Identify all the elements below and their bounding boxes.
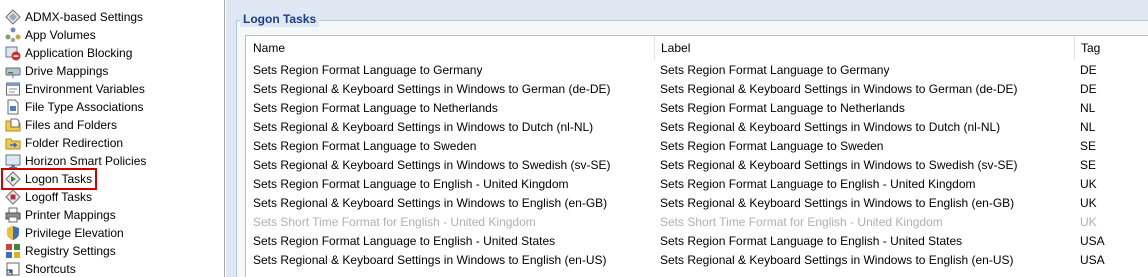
nav-item-files-and-folders[interactable]: Files and Folders — [3, 116, 120, 134]
cell-label: Sets Region Format Language to Germany — [660, 63, 890, 77]
cell-label: Sets Regional & Keyboard Settings in Win… — [660, 120, 1001, 134]
table-row[interactable]: Sets Regional & Keyboard Settings in Win… — [246, 251, 1148, 270]
cell-tag: NL — [1080, 120, 1096, 134]
nav-item-label: Application Blocking — [25, 46, 133, 60]
nav-item-environment-variables[interactable]: Environment Variables — [3, 80, 148, 98]
cell-label: Sets Regional & Keyboard Settings in Win… — [660, 253, 1014, 267]
nav-item-label: Logon Tasks — [25, 172, 93, 186]
logon-tasks-panel: Logon Tasks Name Label Tag Sets Region F… — [226, 0, 1148, 277]
privilege-elevation-icon — [5, 225, 21, 241]
nav-item-shortcuts[interactable]: Shortcuts — [3, 260, 79, 277]
cell-tag: UK — [1080, 196, 1097, 210]
cell-label: Sets Region Format Language to Netherlan… — [660, 101, 905, 115]
shortcuts-icon — [5, 261, 21, 277]
table-row[interactable]: Sets Region Format Language to Netherlan… — [246, 99, 1148, 118]
table-row[interactable]: Sets Regional & Keyboard Settings in Win… — [246, 156, 1148, 175]
nav-item-label: ADMX-based Settings — [25, 10, 144, 24]
nav-item-label: Shortcuts — [25, 262, 76, 276]
horizon-smart-policies-icon — [5, 153, 21, 169]
nav-item-drive-mappings[interactable]: Drive Mappings — [3, 62, 111, 80]
cell-name: Sets Region Format Language to English -… — [253, 234, 556, 248]
nav-item-label: Privilege Elevation — [25, 226, 124, 240]
cell-label: Sets Region Format Language to English -… — [660, 177, 976, 191]
cell-label: Sets Region Format Language to English -… — [660, 234, 963, 248]
application-blocking-icon — [5, 45, 21, 61]
nav-item-horizon-smart-policies[interactable]: Horizon Smart Policies — [3, 152, 149, 170]
table-row[interactable]: Sets Regional & Keyboard Settings in Win… — [246, 118, 1148, 137]
cell-tag: UK — [1080, 177, 1097, 191]
cell-tag: SE — [1080, 139, 1097, 153]
cell-label: Sets Short Time Format for English - Uni… — [660, 215, 943, 229]
nav-item-logon-tasks[interactable]: Logon Tasks — [0, 168, 98, 190]
nav-item-label: Logoff Tasks — [25, 190, 92, 204]
app-volumes-icon — [5, 27, 21, 43]
nav-item-file-type-associations[interactable]: File Type Associations — [3, 98, 147, 116]
cell-tag: DE — [1080, 82, 1097, 96]
cell-label: Sets Regional & Keyboard Settings in Win… — [660, 158, 1018, 172]
logon-tasks-table: Name Label Tag Sets Region Format Langua… — [245, 35, 1148, 277]
nav-item-logoff-tasks[interactable]: Logoff Tasks — [3, 188, 95, 206]
logon-tasks-icon — [5, 171, 21, 187]
panel-title: Logon Tasks — [240, 11, 320, 27]
cell-name: Sets Region Format Language to Germany — [253, 63, 483, 77]
table-row[interactable]: Sets Region Format Language to English -… — [246, 232, 1148, 251]
nav-item-label: Registry Settings — [25, 244, 116, 258]
cell-name: Sets Regional & Keyboard Settings in Win… — [253, 82, 611, 96]
cell-name: Sets Region Format Language to Netherlan… — [253, 101, 498, 115]
nav-item-label: Printer Mappings — [25, 208, 116, 222]
nav-item-privilege-elevation[interactable]: Privilege Elevation — [3, 224, 127, 242]
cell-name: Sets Region Format Language to Sweden — [253, 139, 477, 153]
cell-name: Sets Regional & Keyboard Settings in Win… — [253, 120, 594, 134]
column-header-tag[interactable]: Tag — [1074, 36, 1148, 60]
column-header-label[interactable]: Label — [654, 36, 1074, 60]
table-row[interactable]: Sets Region Format Language to Germany S… — [246, 61, 1148, 80]
cell-tag: NL — [1080, 101, 1096, 115]
cell-name: Sets Regional & Keyboard Settings in Win… — [253, 158, 611, 172]
cell-name: Sets Short Time Format for English - Uni… — [253, 215, 536, 229]
nav-item-label: Environment Variables — [25, 82, 145, 96]
column-header-name[interactable]: Name — [246, 36, 647, 60]
nav-item-label: File Type Associations — [25, 100, 144, 114]
table-row[interactable]: Sets Regional & Keyboard Settings in Win… — [246, 80, 1148, 99]
nav-item-label: App Volumes — [25, 28, 96, 42]
cell-name: Sets Region Format Language to English -… — [253, 177, 569, 191]
environment-variables-icon — [5, 81, 21, 97]
file-type-associations-icon — [5, 99, 21, 115]
nav-item-label: Folder Redirection — [25, 136, 124, 150]
nav-item-registry-settings[interactable]: Registry Settings — [3, 242, 119, 260]
nav-item-label: Files and Folders — [25, 118, 118, 132]
cell-tag: USA — [1080, 253, 1105, 267]
nav-item-label: Horizon Smart Policies — [25, 154, 147, 168]
cell-tag: UK — [1080, 215, 1097, 229]
table-row[interactable]: Sets Regional & Keyboard Settings in Win… — [246, 194, 1148, 213]
table-row-disabled[interactable]: Sets Short Time Format for English - Uni… — [246, 213, 1148, 232]
cell-label: Sets Regional & Keyboard Settings in Win… — [660, 196, 1015, 210]
registry-settings-icon — [5, 243, 21, 259]
nav-item-folder-redirection[interactable]: Folder Redirection — [3, 134, 126, 152]
nav-item-application-blocking[interactable]: Application Blocking — [3, 44, 135, 62]
cell-name: Sets Regional & Keyboard Settings in Win… — [253, 253, 607, 267]
drive-mappings-icon — [5, 63, 21, 79]
cell-tag: DE — [1080, 63, 1097, 77]
nav-item-admx-based-settings[interactable]: ADMX-based Settings — [3, 8, 146, 26]
admx-settings-icon — [5, 9, 21, 25]
cell-name: Sets Regional & Keyboard Settings in Win… — [253, 196, 608, 210]
folder-redirection-icon — [5, 135, 21, 151]
table-row[interactable]: Sets Region Format Language to English -… — [246, 175, 1148, 194]
nav-item-printer-mappings[interactable]: Printer Mappings — [3, 206, 119, 224]
nav-item-label: Drive Mappings — [25, 64, 109, 78]
logoff-tasks-icon — [5, 189, 21, 205]
cell-tag: USA — [1080, 234, 1105, 248]
printer-mappings-icon — [5, 207, 21, 223]
cell-label: Sets Region Format Language to Sweden — [660, 139, 884, 153]
cell-label: Sets Regional & Keyboard Settings in Win… — [660, 82, 1018, 96]
table-row[interactable]: Sets Region Format Language to Sweden Se… — [246, 137, 1148, 156]
navigation-tree: ADMX-based Settings App Volumes Applicat… — [0, 0, 225, 277]
files-and-folders-icon — [5, 117, 21, 133]
nav-item-app-volumes[interactable]: App Volumes — [3, 26, 99, 44]
cell-tag: SE — [1080, 158, 1097, 172]
